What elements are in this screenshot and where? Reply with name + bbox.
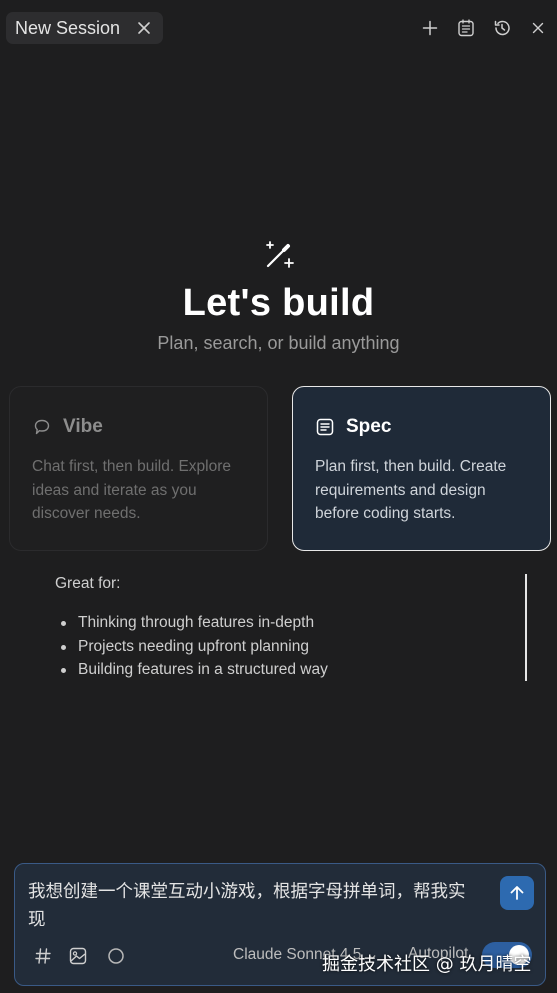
circle-icon[interactable] — [104, 944, 128, 968]
watermark: 掘金技术社区 @ 玖月晴空 — [322, 954, 532, 975]
image-icon[interactable] — [66, 944, 90, 968]
tab-new-session[interactable]: New Session — [6, 12, 163, 44]
task-list-icon[interactable] — [455, 17, 477, 39]
mode-title: Spec — [346, 416, 392, 437]
toolbar-actions — [419, 14, 549, 42]
prompt-input[interactable]: 我想创建一个课堂互动小游戏，根据字母拼单词，帮我实现 — [28, 877, 468, 933]
list-item: Building features in a structured way — [55, 658, 475, 682]
magic-wand-icon — [266, 241, 294, 268]
page-subtitle: Plan, search, or build anything — [157, 333, 400, 353]
send-button[interactable] — [500, 876, 534, 910]
page-title: Let's build — [182, 282, 375, 324]
great-for-list: Thinking through features in-depth Proje… — [55, 611, 475, 682]
list-item: Projects needing upfront planning — [55, 635, 475, 659]
tab-bar: New Session — [0, 0, 557, 52]
close-icon[interactable] — [527, 17, 549, 39]
mode-description: Plan first, then build. Create requireme… — [315, 458, 507, 522]
hash-icon[interactable] — [31, 944, 55, 968]
list-item: Thinking through features in-depth — [55, 611, 475, 635]
mode-card-vibe[interactable]: Vibe Chat first, then build. Explore ide… — [9, 386, 268, 551]
scroll-indicator — [525, 574, 527, 681]
card-header: Spec — [315, 413, 528, 441]
mode-description: Chat first, then build. Explore ideas an… — [32, 458, 232, 522]
card-header: Vibe — [32, 413, 245, 441]
plus-icon[interactable] — [419, 17, 441, 39]
close-icon[interactable] — [135, 19, 153, 37]
great-for-title: Great for: — [55, 575, 121, 592]
chat-bubble-icon — [32, 417, 52, 437]
history-icon[interactable] — [491, 17, 513, 39]
great-for-section: Great for: Thinking through features in-… — [55, 575, 475, 682]
document-icon — [315, 417, 335, 437]
tab-title: New Session — [15, 17, 121, 38]
mode-card-spec[interactable]: Spec Plan first, then build. Create requ… — [292, 386, 551, 551]
mode-title: Vibe — [63, 416, 103, 437]
arrow-up-icon — [510, 886, 524, 900]
session-panel: New Session Let's build Plan, search, or… — [0, 0, 557, 993]
